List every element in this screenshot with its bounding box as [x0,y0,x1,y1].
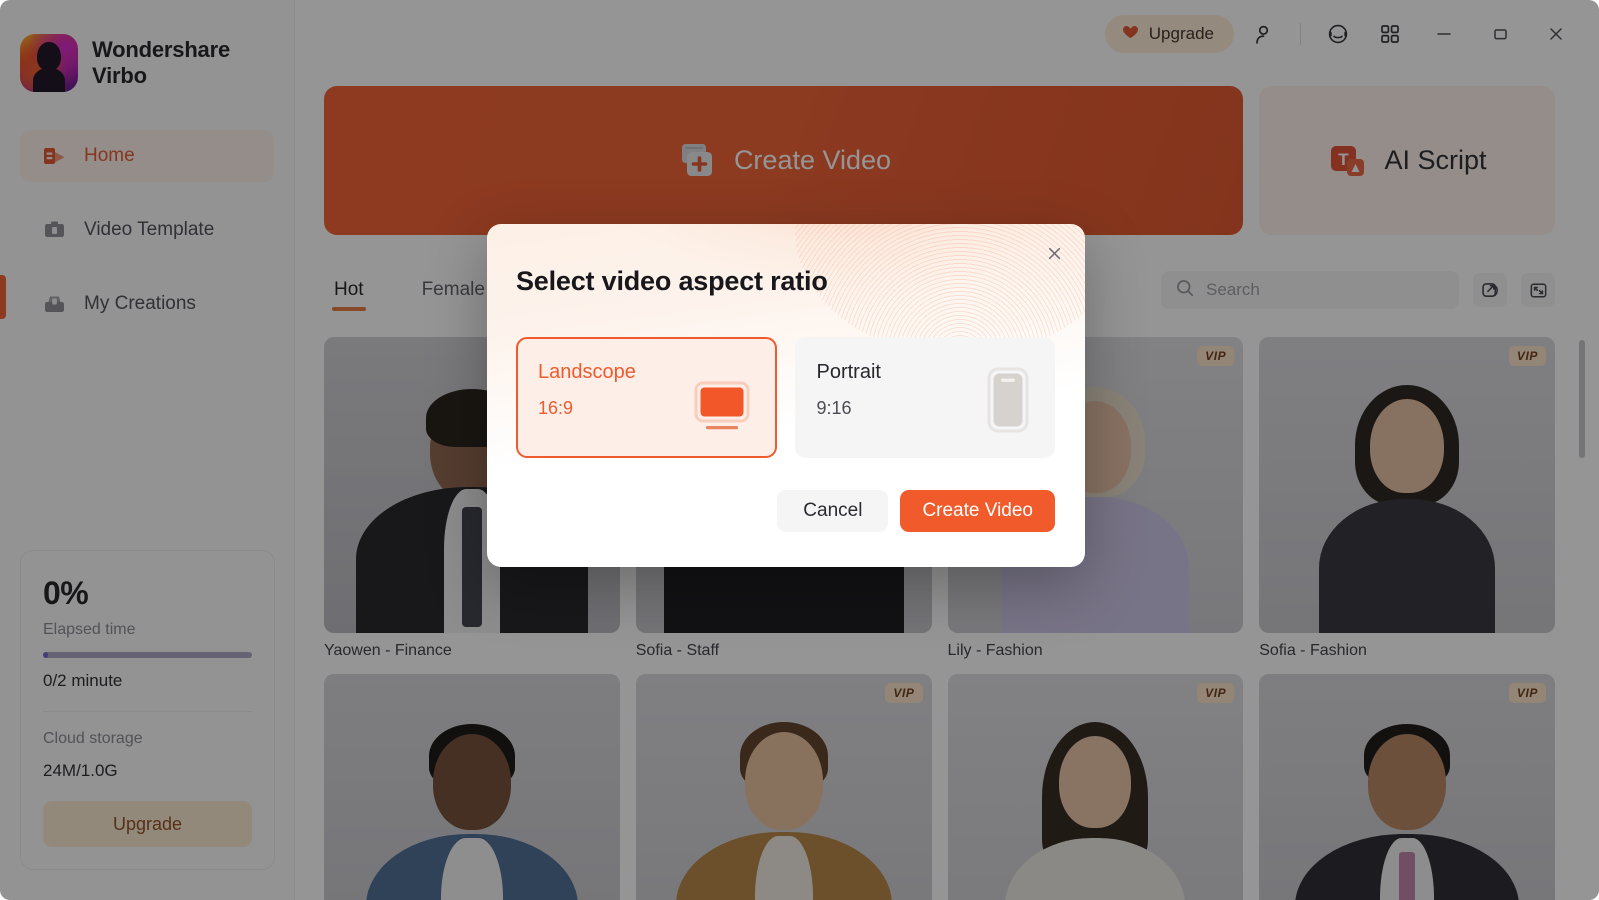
aspect-ratio-dialog: Select video aspect ratio Landscope 16:9… [487,224,1085,567]
ratio-options: Landscope 16:9 Portrait 9:16 [487,297,1085,458]
dialog-actions: Cancel Create Video [487,458,1085,532]
ratio-option-landscape[interactable]: Landscope 16:9 [516,337,777,458]
create-video-confirm-button[interactable]: Create Video [900,490,1055,532]
cancel-button[interactable]: Cancel [777,490,889,532]
app-window: Wondershare Virbo Home Video Template My… [0,0,1599,900]
dialog-close-button[interactable] [1041,240,1067,266]
phone-icon [987,367,1029,433]
dialog-title: Select video aspect ratio [516,266,828,296]
monitor-icon [693,381,751,433]
ratio-option-portrait[interactable]: Portrait 9:16 [794,337,1055,458]
